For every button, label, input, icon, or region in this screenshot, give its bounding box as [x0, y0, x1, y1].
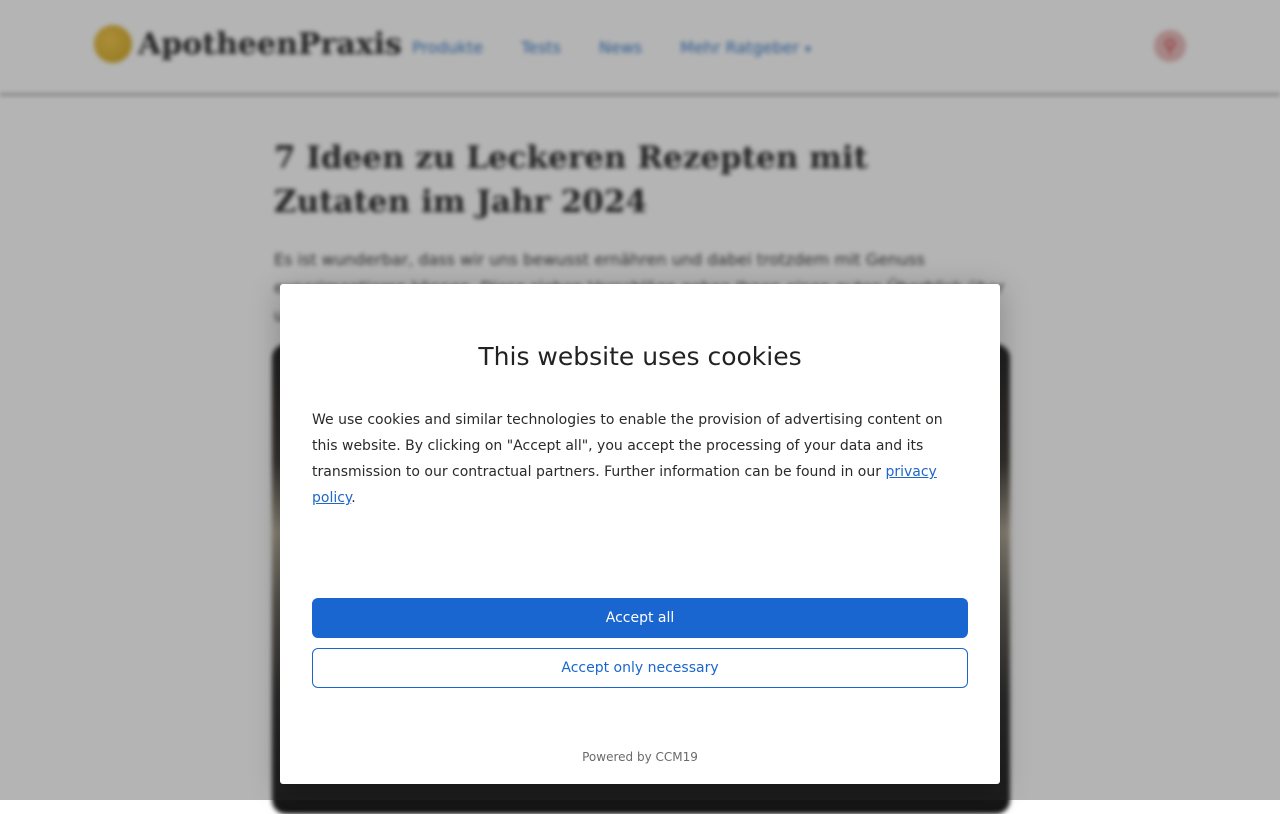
dialog-text: We use cookies and similar technologies … — [312, 407, 972, 511]
cookie-consent-dialog: This website uses cookies We use cookies… — [280, 284, 1000, 784]
powered-by-label: Powered by CCM19 — [582, 750, 698, 764]
dialog-text-end: . — [351, 490, 356, 506]
dialog-text-body: We use cookies and similar technologies … — [312, 412, 943, 480]
dialog-title: This website uses cookies — [478, 342, 802, 371]
accept-necessary-button[interactable]: Accept only necessary — [312, 648, 968, 688]
accept-all-button[interactable]: Accept all — [312, 598, 968, 638]
